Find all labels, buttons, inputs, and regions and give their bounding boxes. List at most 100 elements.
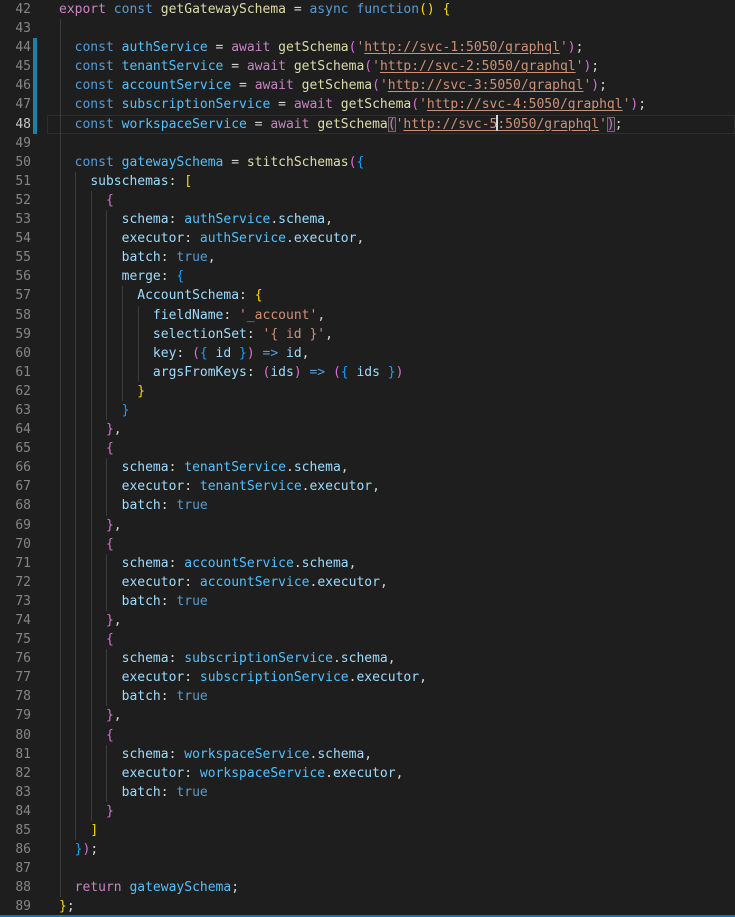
code-line-content[interactable]: executor: subscriptionService.executor, — [47, 668, 735, 687]
code-line-content[interactable]: }, — [47, 706, 735, 725]
gutter[interactable]: 54 — [0, 229, 47, 248]
line-number[interactable]: 48 — [0, 115, 31, 134]
line-number[interactable]: 64 — [0, 420, 31, 439]
gutter[interactable]: 77 — [0, 668, 47, 687]
line-number[interactable]: 44 — [0, 38, 31, 57]
code-line-content[interactable]: batch: true — [47, 496, 735, 515]
gutter[interactable]: 50 — [0, 153, 47, 172]
code-line-content[interactable]: const authService = await getSchema('htt… — [47, 38, 735, 57]
gutter[interactable]: 51 — [0, 172, 47, 191]
code-line-content[interactable]: { — [47, 630, 735, 649]
code-line-content[interactable]: AccountSchema: { — [47, 286, 735, 305]
code-line[interactable]: 66 schema: tenantService.schema, — [0, 458, 735, 477]
code-line[interactable]: 64 }, — [0, 420, 735, 439]
code-line-content[interactable]: return gatewaySchema; — [47, 878, 735, 897]
code-line[interactable]: 80 { — [0, 726, 735, 745]
line-number[interactable]: 49 — [0, 134, 31, 153]
code-line[interactable]: 84 } — [0, 802, 735, 821]
line-number[interactable]: 76 — [0, 649, 31, 668]
gutter[interactable]: 56 — [0, 267, 47, 286]
gutter[interactable]: 82 — [0, 764, 47, 783]
line-number[interactable]: 66 — [0, 458, 31, 477]
code-line[interactable]: 65 { — [0, 439, 735, 458]
line-number[interactable]: 68 — [0, 496, 31, 515]
code-line[interactable]: 81 schema: workspaceService.schema, — [0, 745, 735, 764]
code-line[interactable]: 53 schema: authService.schema, — [0, 210, 735, 229]
code-line-content[interactable]: key: ({ id }) => id, — [47, 344, 735, 363]
code-line-content[interactable]: schema: accountService.schema, — [47, 554, 735, 573]
code-line-content[interactable]: subschemas: [ — [47, 172, 735, 191]
gutter[interactable]: 76 — [0, 649, 47, 668]
gutter[interactable]: 60 — [0, 344, 47, 363]
code-line[interactable]: 61 argsFromKeys: (ids) => ({ ids }) — [0, 363, 735, 382]
code-line[interactable]: 43 — [0, 19, 735, 38]
line-number[interactable]: 88 — [0, 878, 31, 897]
code-line[interactable]: 74 }, — [0, 611, 735, 630]
code-line-content[interactable]: schema: authService.schema, — [47, 210, 735, 229]
code-line[interactable]: 49 — [0, 134, 735, 153]
git-modified-indicator[interactable] — [33, 115, 37, 134]
line-number[interactable]: 72 — [0, 573, 31, 592]
code-line-content[interactable]: batch: true — [47, 783, 735, 802]
line-number[interactable]: 82 — [0, 764, 31, 783]
line-number[interactable]: 86 — [0, 840, 31, 859]
gutter[interactable]: 80 — [0, 726, 47, 745]
gutter[interactable]: 74 — [0, 611, 47, 630]
gutter[interactable]: 71 — [0, 554, 47, 573]
code-line[interactable]: 47 const subscriptionService = await get… — [0, 95, 735, 114]
code-line-content[interactable]: executor: accountService.executor, — [47, 573, 735, 592]
code-line[interactable]: 44 const authService = await getSchema('… — [0, 38, 735, 57]
gutter[interactable]: 63 — [0, 401, 47, 420]
code-line[interactable]: 83 batch: true — [0, 783, 735, 802]
code-line[interactable]: 45 const tenantService = await getSchema… — [0, 57, 735, 76]
code-line-content[interactable]: merge: { — [47, 267, 735, 286]
git-modified-indicator[interactable] — [33, 95, 37, 114]
code-line[interactable]: 52 { — [0, 191, 735, 210]
code-line[interactable]: 78 batch: true — [0, 687, 735, 706]
code-line-content[interactable]: executor: workspaceService.executor, — [47, 764, 735, 783]
code-line-content[interactable]: batch: true — [47, 592, 735, 611]
code-line[interactable]: 68 batch: true — [0, 496, 735, 515]
code-line[interactable]: 87 — [0, 859, 735, 878]
code-line[interactable]: 48 const workspaceService = await getSch… — [0, 115, 735, 134]
gutter[interactable]: 45 — [0, 57, 47, 76]
code-line[interactable]: 54 executor: authService.executor, — [0, 229, 735, 248]
line-number[interactable]: 80 — [0, 726, 31, 745]
code-line[interactable]: 77 executor: subscriptionService.executo… — [0, 668, 735, 687]
code-line[interactable]: 69 }, — [0, 516, 735, 535]
git-modified-indicator[interactable] — [33, 38, 37, 57]
code-line-content[interactable]: export const getGatewaySchema = async fu… — [47, 0, 735, 19]
line-number[interactable]: 81 — [0, 745, 31, 764]
line-number[interactable]: 53 — [0, 210, 31, 229]
code-line-content[interactable]: schema: tenantService.schema, — [47, 458, 735, 477]
line-number[interactable]: 71 — [0, 554, 31, 573]
line-number[interactable]: 83 — [0, 783, 31, 802]
code-line-content[interactable]: }, — [47, 611, 735, 630]
code-line[interactable]: 63 } — [0, 401, 735, 420]
gutter[interactable]: 79 — [0, 706, 47, 725]
line-number[interactable]: 63 — [0, 401, 31, 420]
line-number[interactable]: 65 — [0, 439, 31, 458]
code-line[interactable]: 75 { — [0, 630, 735, 649]
line-number[interactable]: 78 — [0, 687, 31, 706]
code-line[interactable]: 50 const gatewaySchema = stitchSchemas({ — [0, 153, 735, 172]
line-number[interactable]: 75 — [0, 630, 31, 649]
code-line-content[interactable]: const tenantService = await getSchema('h… — [47, 57, 735, 76]
git-modified-indicator[interactable] — [33, 57, 37, 76]
code-line-content[interactable]: { — [47, 191, 735, 210]
code-line-content[interactable]: } — [47, 802, 735, 821]
line-number[interactable]: 74 — [0, 611, 31, 630]
line-number[interactable]: 52 — [0, 191, 31, 210]
code-line-content[interactable] — [47, 19, 735, 38]
gutter[interactable]: 67 — [0, 477, 47, 496]
code-line[interactable]: 76 schema: subscriptionService.schema, — [0, 649, 735, 668]
gutter[interactable]: 55 — [0, 248, 47, 267]
code-line[interactable]: 60 key: ({ id }) => id, — [0, 344, 735, 363]
code-line[interactable]: 59 selectionSet: '{ id }', — [0, 325, 735, 344]
gutter[interactable]: 83 — [0, 783, 47, 802]
line-number[interactable]: 46 — [0, 76, 31, 95]
gutter[interactable]: 62 — [0, 382, 47, 401]
code-line-content[interactable]: const subscriptionService = await getSch… — [47, 95, 735, 114]
gutter[interactable]: 86 — [0, 840, 47, 859]
gutter[interactable]: 78 — [0, 687, 47, 706]
